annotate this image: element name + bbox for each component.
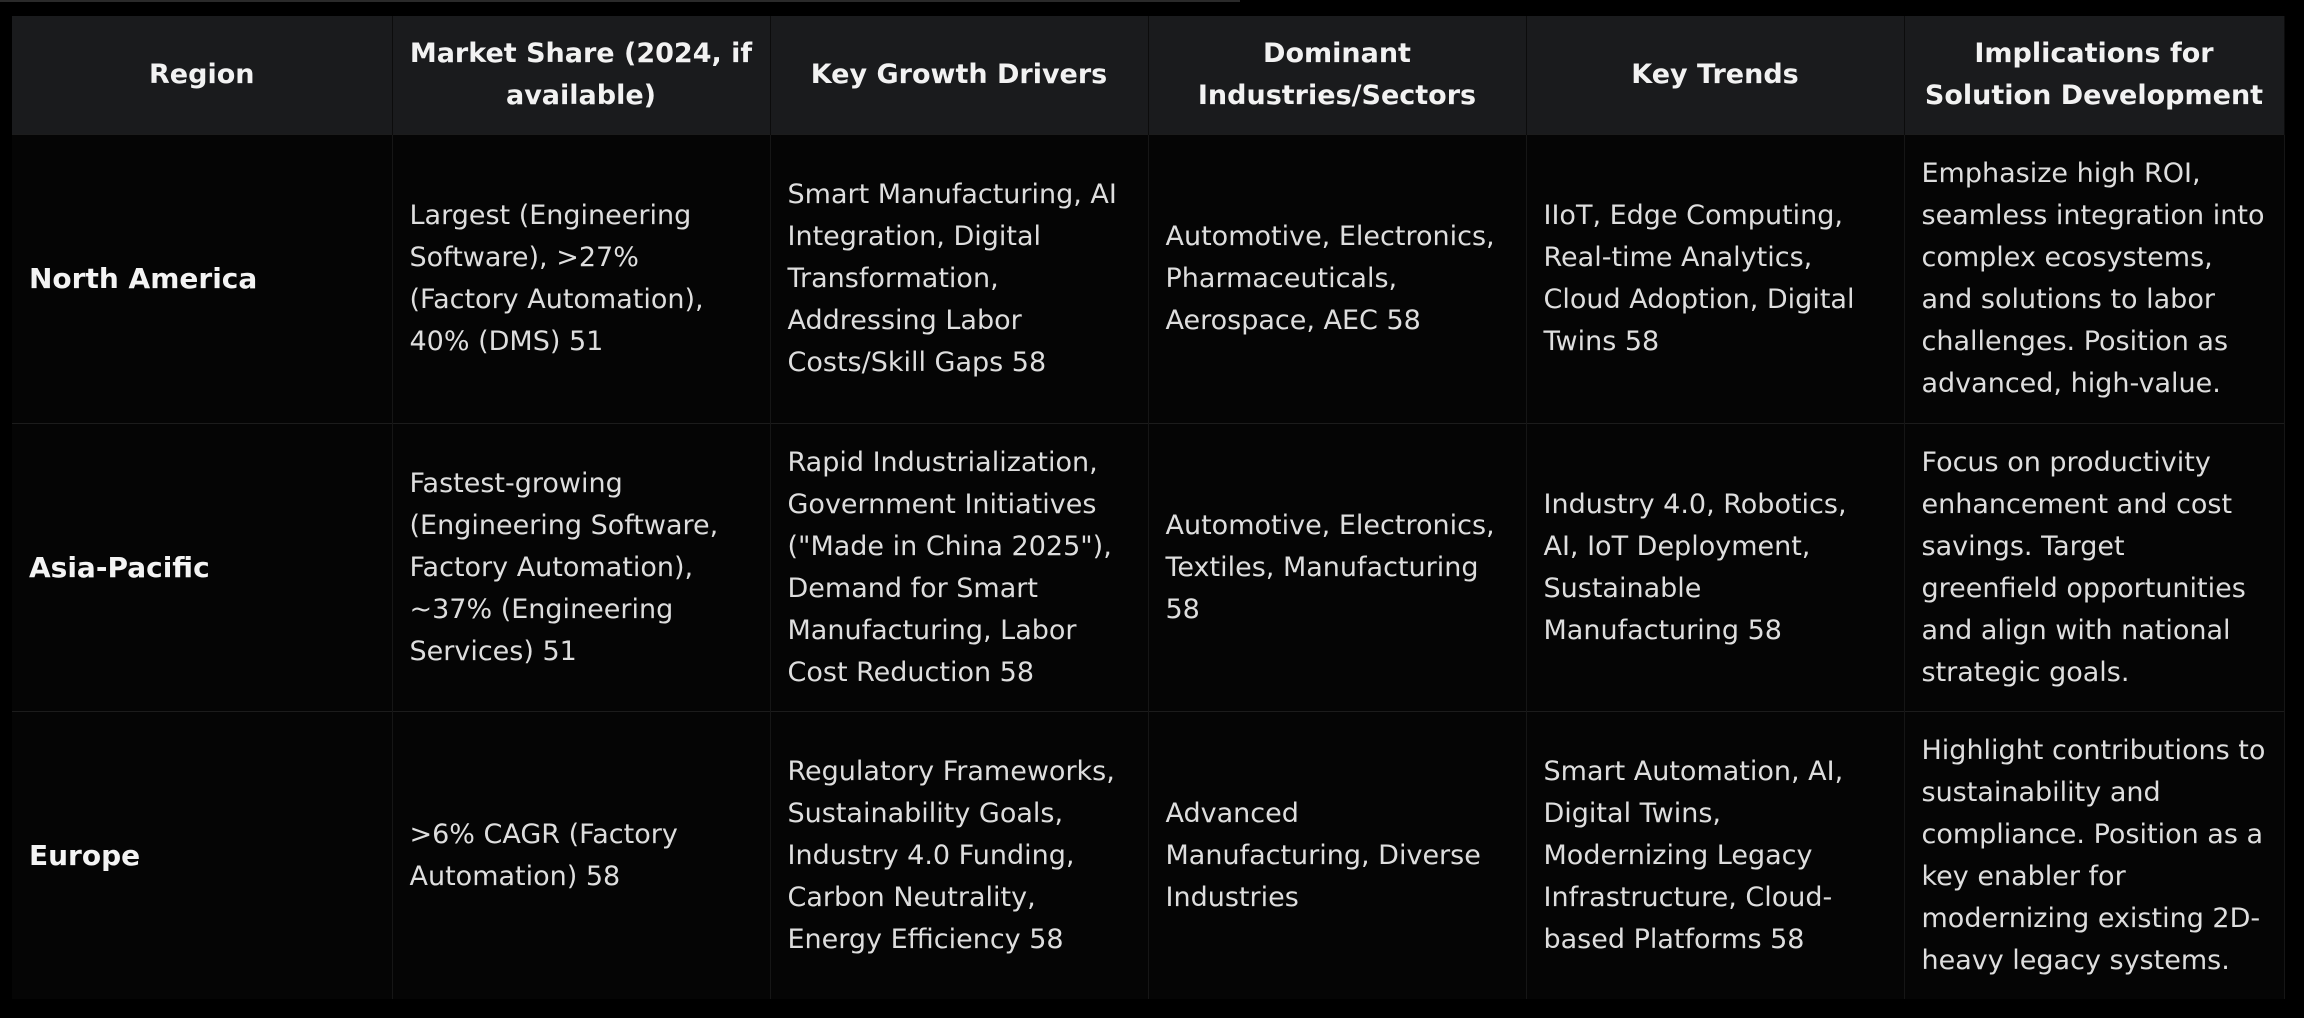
cell-region: Europe [12, 711, 393, 999]
cell-trends: Industry 4.0, Robotics, AI, IoT Deployme… [1526, 423, 1905, 712]
table-row: North America Largest (Engineering Softw… [12, 134, 2285, 424]
column-header-industries: Dominant Industries/Sectors [1148, 16, 1527, 135]
cell-trends: IIoT, Edge Computing, Real-time Analytic… [1526, 134, 1905, 424]
column-header-growth-drivers: Key Growth Drivers [770, 16, 1149, 135]
top-divider [0, 0, 1240, 2]
cell-market-share: Largest (Engineering Software), >27% (Fa… [392, 134, 771, 424]
cell-industries: Automotive, Electronics, Pharmaceuticals… [1148, 134, 1527, 424]
cell-industries: Automotive, Electronics, Textiles, Manuf… [1148, 423, 1527, 712]
table-header: Region Market Share (2024, if available)… [12, 16, 2285, 135]
cell-growth-drivers: Smart Manufacturing, AI Integration, Dig… [770, 134, 1149, 424]
cell-region: Asia-Pacific [12, 423, 393, 712]
table-row: Europe >6% CAGR (Factory Automation) 58 … [12, 711, 2285, 999]
header-row: Region Market Share (2024, if available)… [12, 16, 2285, 135]
table-row: Asia-Pacific Fastest-growing (Engineerin… [12, 423, 2285, 712]
cell-industries: Advanced Manufacturing, Diverse Industri… [1148, 711, 1527, 999]
column-header-region: Region [12, 16, 393, 135]
column-header-market-share: Market Share (2024, if available) [392, 16, 771, 135]
cell-implications: Highlight contributions to sustainabilit… [1904, 711, 2285, 999]
column-header-trends: Key Trends [1526, 16, 1905, 135]
cell-market-share: Fastest-growing (Engineering Software, F… [392, 423, 771, 712]
cell-market-share: >6% CAGR (Factory Automation) 58 [392, 711, 771, 999]
cell-growth-drivers: Regulatory Frameworks, Sustainability Go… [770, 711, 1149, 999]
regional-market-table: Region Market Share (2024, if available)… [12, 16, 2285, 999]
cell-growth-drivers: Rapid Industrialization, Government Init… [770, 423, 1149, 712]
cell-region: North America [12, 134, 393, 424]
cell-implications: Focus on productivity enhancement and co… [1904, 423, 2285, 712]
cell-implications: Emphasize high ROI, seamless integration… [1904, 134, 2285, 424]
table-body: North America Largest (Engineering Softw… [12, 134, 2285, 999]
regional-market-table-container: Region Market Share (2024, if available)… [12, 16, 2285, 999]
cell-trends: Smart Automation, AI, Digital Twins, Mod… [1526, 711, 1905, 999]
column-header-implications: Implications for Solution Development [1904, 16, 2285, 135]
